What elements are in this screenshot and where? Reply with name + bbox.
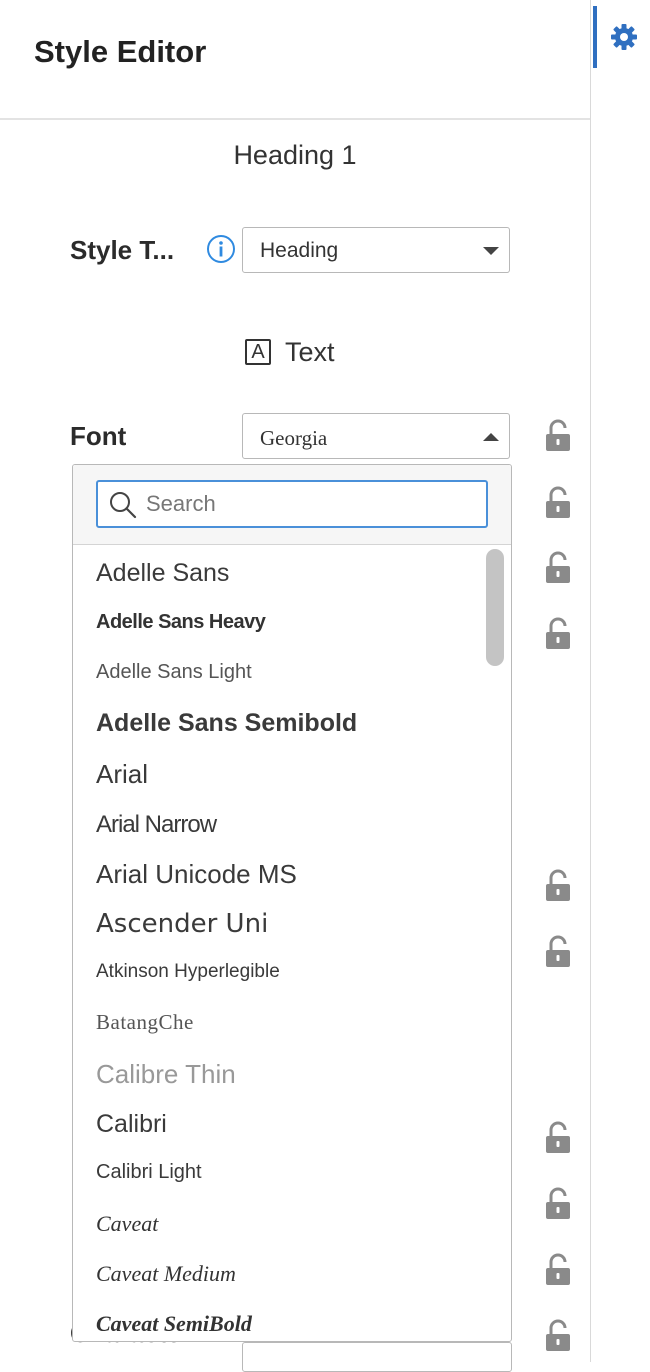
style-editor-panel: Style Editor Heading 1 Style T... Headin… bbox=[0, 0, 590, 1372]
character-spacing-input[interactable] bbox=[242, 1342, 512, 1372]
active-indicator bbox=[593, 6, 597, 68]
font-option[interactable]: BatangChe bbox=[96, 1010, 194, 1035]
lock-icon[interactable] bbox=[545, 617, 571, 651]
right-rail bbox=[590, 0, 650, 1362]
scrollbar-thumb[interactable] bbox=[486, 549, 504, 666]
style-type-value: Heading bbox=[260, 239, 339, 262]
page-title: Style Editor bbox=[34, 34, 207, 69]
font-option[interactable]: Caveat Medium bbox=[96, 1261, 236, 1287]
font-option[interactable]: Adelle Sans Semibold bbox=[96, 709, 357, 738]
lock-icon[interactable] bbox=[545, 419, 571, 453]
font-option[interactable]: Arial Unicode MS bbox=[96, 859, 297, 890]
font-option[interactable]: Arial bbox=[96, 759, 148, 790]
chevron-up-icon bbox=[483, 433, 499, 441]
lock-icon[interactable] bbox=[545, 1253, 571, 1287]
gear-icon[interactable] bbox=[609, 20, 639, 54]
scrollbar-track[interactable] bbox=[485, 548, 505, 1338]
font-option[interactable]: Calibri Light bbox=[96, 1161, 202, 1184]
text-format-icon: A bbox=[245, 339, 271, 365]
chevron-down-icon bbox=[483, 247, 499, 255]
panel-header: Style Editor bbox=[0, 0, 590, 120]
font-option[interactable]: Caveat SemiBold bbox=[96, 1311, 252, 1337]
font-option[interactable]: Arial Narrow bbox=[96, 811, 217, 839]
lock-icon[interactable] bbox=[545, 869, 571, 903]
font-option[interactable]: Calibri bbox=[96, 1110, 167, 1139]
font-options-list: Adelle Sans Adelle Sans Heavy Adelle Sans … bbox=[73, 545, 511, 1341]
text-section-label: Text bbox=[285, 337, 335, 367]
font-search-input[interactable] bbox=[146, 488, 476, 520]
search-icon bbox=[110, 492, 137, 519]
font-select-value: Georgia bbox=[260, 426, 328, 450]
font-dropdown: Adelle Sans Adelle Sans Heavy Adelle Sans … bbox=[72, 464, 512, 1342]
font-label: Font bbox=[70, 421, 127, 451]
lock-icon[interactable] bbox=[545, 1187, 571, 1221]
lock-icon[interactable] bbox=[545, 1319, 571, 1353]
font-option[interactable]: Ascender Uni bbox=[96, 909, 268, 939]
style-type-label: Style T... bbox=[70, 235, 175, 265]
font-option[interactable]: Atkinson Hyperlegible bbox=[96, 961, 280, 983]
lock-icon[interactable] bbox=[545, 935, 571, 969]
font-option[interactable]: Adelle Sans Heavy bbox=[96, 611, 266, 634]
lock-icon[interactable] bbox=[545, 551, 571, 585]
lock-icon[interactable] bbox=[545, 486, 571, 520]
font-option[interactable]: Adelle Sans Light bbox=[96, 661, 252, 684]
info-icon[interactable] bbox=[206, 234, 236, 264]
font-select[interactable]: Georgia bbox=[242, 413, 510, 459]
style-name: Heading 1 bbox=[233, 140, 357, 170]
font-option[interactable]: Adelle Sans bbox=[96, 559, 229, 588]
font-option[interactable]: Caveat bbox=[96, 1211, 158, 1237]
lock-icon[interactable] bbox=[545, 1121, 571, 1155]
font-search-area bbox=[73, 465, 511, 545]
style-type-select[interactable]: Heading bbox=[242, 227, 510, 273]
font-search-box bbox=[96, 480, 488, 528]
font-option[interactable]: Calibre Thin bbox=[96, 1059, 236, 1090]
